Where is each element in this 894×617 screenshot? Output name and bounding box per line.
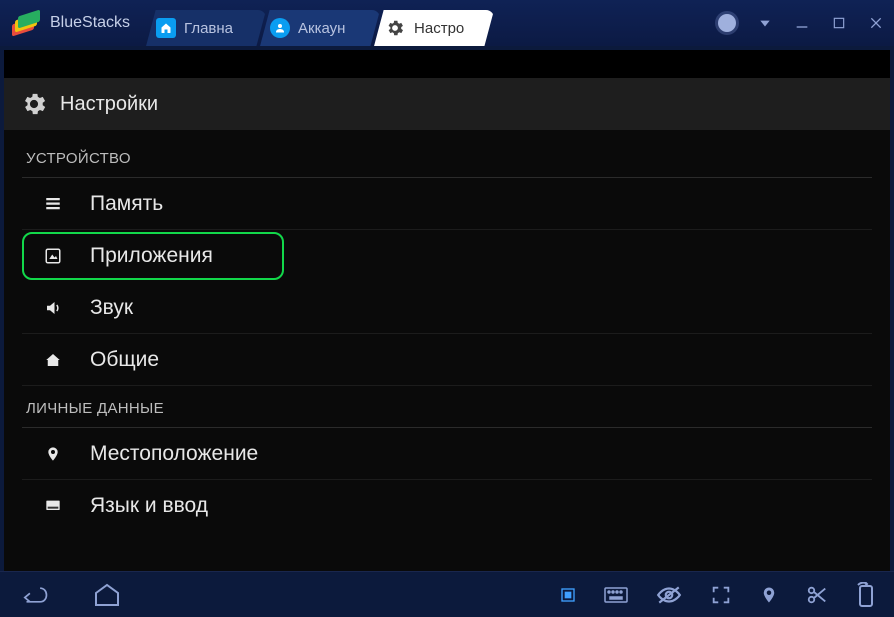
back-button[interactable] — [18, 582, 52, 608]
setting-label: Звук — [90, 296, 133, 320]
setting-row-general[interactable]: Общие — [22, 334, 872, 386]
window-controls — [718, 14, 884, 32]
setting-row-language[interactable]: Язык и ввод — [22, 480, 872, 532]
app-brand: BlueStacks — [12, 12, 130, 34]
tab-account[interactable]: Аккаун — [260, 10, 380, 46]
rotate-device-icon[interactable] — [856, 582, 876, 608]
memory-icon — [42, 195, 64, 213]
home-button[interactable] — [92, 583, 122, 607]
setting-label: Местоположение — [90, 442, 258, 466]
setting-row-memory[interactable]: Память — [22, 178, 872, 230]
content-area: Настройки УСТРОЙСТВО Память Приложения — [4, 50, 890, 571]
tab-home[interactable]: Главна — [146, 10, 266, 46]
input-indicator-icon[interactable] — [560, 587, 576, 603]
language-icon — [42, 498, 64, 514]
app-name: BlueStacks — [50, 14, 130, 32]
home-icon — [156, 18, 176, 38]
tab-label: Аккаун — [298, 20, 345, 37]
visibility-off-icon[interactable] — [656, 585, 682, 605]
close-button[interactable] — [868, 15, 884, 31]
setting-label: Общие — [90, 348, 159, 372]
home-small-icon — [42, 351, 64, 369]
maximize-button[interactable] — [832, 16, 846, 30]
setting-label: Память — [90, 192, 163, 216]
settings-title: Настройки — [60, 93, 158, 116]
apps-icon — [42, 247, 64, 265]
titlebar: BlueStacks Главна Аккаун Настро — [0, 0, 894, 46]
setting-row-sound[interactable]: Звук — [22, 282, 872, 334]
fullscreen-icon[interactable] — [710, 584, 732, 606]
setting-label: Приложения — [90, 244, 213, 268]
bluestacks-logo-icon — [12, 12, 40, 34]
tab-strip: Главна Аккаун Настро — [146, 0, 488, 46]
gear-icon — [20, 90, 48, 118]
status-strip — [4, 50, 890, 78]
user-avatar-icon[interactable] — [718, 14, 736, 32]
scissors-icon[interactable] — [806, 584, 828, 606]
tab-settings[interactable]: Настро — [374, 10, 494, 46]
minimize-button[interactable] — [794, 15, 810, 31]
settings-body[interactable]: УСТРОЙСТВО Память Приложения Звук — [4, 130, 890, 571]
account-icon — [270, 18, 290, 38]
system-navbar — [0, 571, 894, 617]
setting-row-location[interactable]: Местоположение — [22, 428, 872, 480]
tab-label: Главна — [184, 20, 233, 37]
sound-icon — [42, 299, 64, 317]
dropdown-icon[interactable] — [758, 16, 772, 30]
settings-header: Настройки — [4, 78, 890, 130]
location-icon — [42, 444, 64, 464]
location-pin-icon[interactable] — [760, 584, 778, 606]
app-window: BlueStacks Главна Аккаун Настро — [0, 0, 894, 617]
settings-icon — [384, 17, 406, 39]
setting-row-apps[interactable]: Приложения — [22, 232, 284, 280]
setting-label: Язык и ввод — [90, 494, 208, 518]
section-header-personal: ЛИЧНЫЕ ДАННЫЕ — [22, 386, 872, 428]
tab-label: Настро — [414, 20, 464, 37]
section-header-device: УСТРОЙСТВО — [22, 136, 872, 178]
keyboard-icon[interactable] — [604, 586, 628, 604]
